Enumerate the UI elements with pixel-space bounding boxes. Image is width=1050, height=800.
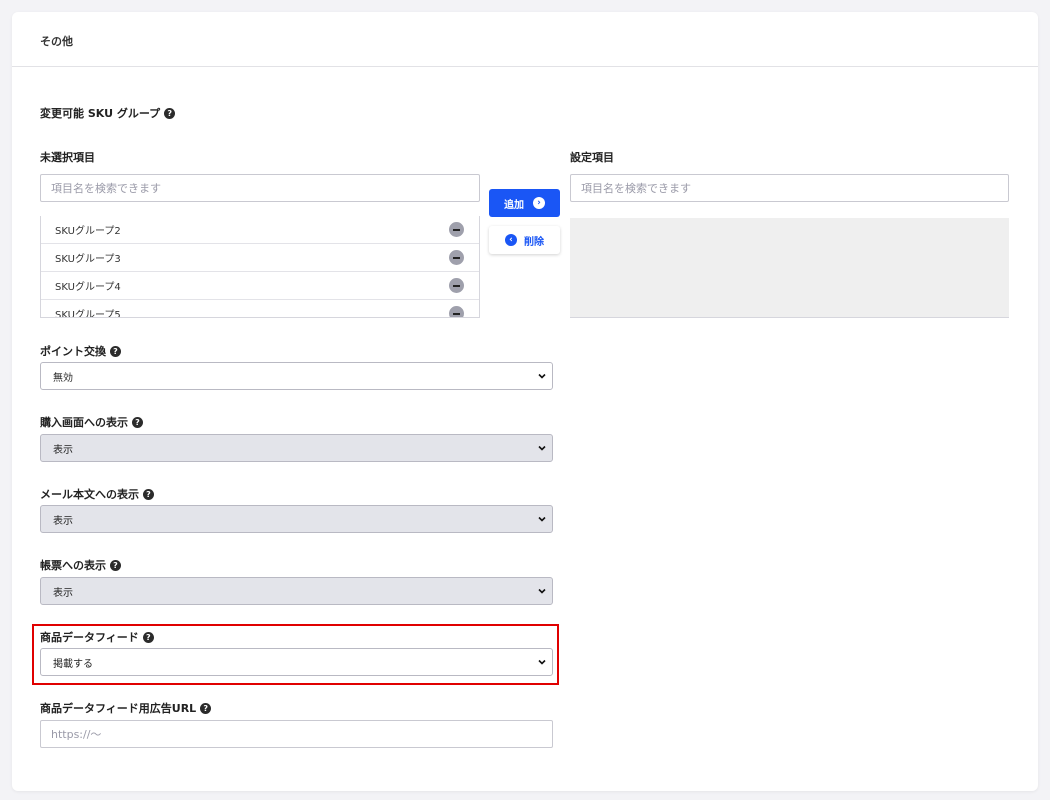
- feed-url-label: 商品データフィード用広告URL ?: [40, 700, 212, 716]
- chevron-left-circle-icon: ‹: [505, 234, 517, 246]
- list-item[interactable]: SKUグループ2: [41, 216, 479, 244]
- point-exchange-label: ポイント交換 ?: [40, 343, 121, 359]
- form-display-label: 帳票への表示 ?: [40, 557, 121, 573]
- chevron-down-icon: [538, 373, 546, 379]
- chevron-right-circle-icon: ›: [533, 197, 545, 209]
- list-item-label: SKUグループ5: [55, 310, 121, 318]
- form-display-value: 表示: [53, 587, 73, 599]
- remove-button-label: 削除: [524, 236, 544, 248]
- point-exchange-value: 無効: [53, 372, 73, 384]
- selected-items-label: 設定項目: [570, 151, 614, 164]
- sku-group-label: 変更可能 SKU グループ ?: [40, 105, 176, 121]
- purchase-display-select[interactable]: 表示: [40, 434, 553, 462]
- list-item[interactable]: SKUグループ3: [41, 244, 479, 272]
- product-feed-label: 商品データフィード ?: [40, 629, 154, 645]
- question-circle-icon[interactable]: ?: [142, 631, 154, 643]
- chevron-down-icon: [538, 445, 546, 451]
- unselected-items-label: 未選択項目: [40, 151, 95, 164]
- feed-url-label-text: 商品データフィード用広告URL: [40, 702, 197, 715]
- selected-items-list: [570, 218, 1009, 318]
- mail-display-label-text: メール本文への表示: [40, 488, 139, 501]
- mail-display-label: メール本文への表示 ?: [40, 486, 154, 502]
- question-circle-icon[interactable]: ?: [132, 416, 143, 428]
- list-item-label: SKUグループ2: [55, 226, 121, 237]
- unselected-search-input[interactable]: [40, 174, 480, 202]
- question-circle-icon[interactable]: ?: [200, 702, 212, 714]
- form-display-select[interactable]: 表示: [40, 577, 553, 605]
- list-item[interactable]: SKUグループ4: [41, 272, 479, 300]
- remove-button[interactable]: ‹ 削除: [489, 226, 560, 254]
- minus-circle-icon[interactable]: [449, 278, 464, 293]
- sku-group-label-text: 変更可能 SKU グループ: [40, 107, 161, 120]
- section-title: その他: [40, 35, 73, 48]
- minus-circle-icon[interactable]: [449, 306, 464, 317]
- purchase-display-label-text: 購入画面への表示: [40, 416, 128, 429]
- mail-display-value: 表示: [53, 515, 73, 527]
- card-header: その他: [12, 12, 1038, 67]
- list-item-label: SKUグループ4: [55, 282, 121, 293]
- question-circle-icon[interactable]: ?: [143, 488, 154, 500]
- chevron-down-icon: [538, 516, 546, 522]
- mail-display-select[interactable]: 表示: [40, 505, 553, 533]
- selected-search-input[interactable]: [570, 174, 1009, 202]
- minus-circle-icon[interactable]: [449, 222, 464, 237]
- list-item-label: SKUグループ3: [55, 254, 121, 265]
- question-circle-icon[interactable]: ?: [110, 559, 121, 571]
- chevron-down-icon: [538, 588, 546, 594]
- add-button[interactable]: 追加 ›: [489, 189, 560, 217]
- purchase-display-value: 表示: [53, 444, 73, 456]
- purchase-display-label: 購入画面への表示 ?: [40, 414, 143, 430]
- list-item[interactable]: SKUグループ5: [41, 300, 479, 318]
- product-feed-value: 掲載する: [53, 658, 93, 670]
- product-feed-label-text: 商品データフィード: [40, 631, 139, 644]
- add-button-label: 追加: [504, 199, 524, 211]
- feed-url-input[interactable]: [40, 720, 553, 748]
- point-exchange-select[interactable]: 無効: [40, 362, 553, 390]
- point-exchange-label-text: ポイント交換: [40, 345, 106, 358]
- form-display-label-text: 帳票への表示: [40, 559, 106, 572]
- product-feed-select[interactable]: 掲載する: [40, 648, 553, 676]
- question-circle-icon[interactable]: ?: [110, 345, 121, 357]
- settings-card: その他 変更可能 SKU グループ ? 未選択項目 設定項目 SKUグループ2 …: [12, 12, 1038, 791]
- minus-circle-icon[interactable]: [449, 250, 464, 265]
- chevron-down-icon: [538, 659, 546, 665]
- unselected-items-list: SKUグループ2 SKUグループ3 SKUグループ4 SKUグループ5: [40, 216, 480, 318]
- question-circle-icon[interactable]: ?: [164, 107, 176, 119]
